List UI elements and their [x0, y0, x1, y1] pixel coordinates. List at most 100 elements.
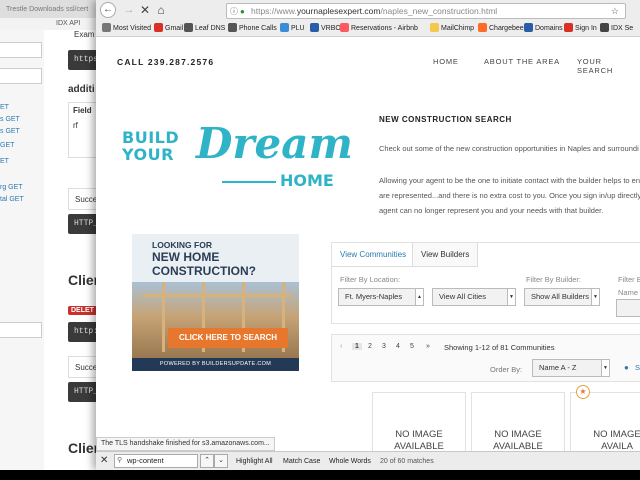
globe-icon	[184, 23, 193, 32]
nav-home[interactable]: HOME	[433, 57, 459, 66]
ad-beam	[162, 282, 165, 352]
bg-sidebar-link[interactable]: tal GET	[0, 196, 24, 203]
bookmarks-bar: Most Visited Gmail Leaf DNS Phone Calls PLU V…	[96, 21, 640, 37]
bg-sidebar-link[interactable]: s GET	[0, 116, 20, 123]
star-bookmark-icon[interactable]: ☆	[611, 5, 619, 18]
highlight-all-checkbox[interactable]: Highlight All	[236, 456, 273, 467]
filter-location-label: Filter By Location:	[340, 275, 401, 284]
url-text[interactable]: https://www.yournaplesexpert.com/naples_…	[251, 5, 497, 18]
tab-view-communities[interactable]: View Communities	[332, 243, 416, 267]
cities-select[interactable]: View All Cities ▼	[432, 288, 516, 306]
domains-icon	[524, 23, 533, 32]
bg-sidebar-input-2[interactable]	[0, 68, 42, 84]
forward-arrow-icon[interactable]: →	[122, 3, 136, 17]
status-tooltip: The TLS handshake finished for s3.amazon…	[96, 437, 275, 451]
bookmark-label: Leaf DNS	[195, 25, 226, 32]
map-pin-icon[interactable]: ●	[624, 363, 634, 373]
no-image-line1: NO IMAGE	[395, 429, 443, 440]
map-link-text[interactable]: S	[635, 363, 640, 372]
bookmark-leaf-dns[interactable]: Leaf DNS	[184, 23, 225, 34]
bg-sidebar-input-3[interactable]	[0, 322, 42, 338]
bookmark-reservations-airbnb[interactable]: Reservations - Airbnb	[340, 23, 418, 34]
find-next-arrow-icon[interactable]: ⌄	[214, 454, 228, 468]
bookmark-vrbo[interactable]: VRBO	[310, 23, 341, 34]
screen-bottom-edge	[0, 470, 640, 480]
name-filter-input[interactable]	[616, 299, 640, 317]
bg-sidebar-link[interactable]: ET	[0, 104, 9, 111]
bookmark-phone-calls[interactable]: Phone Calls	[228, 23, 277, 34]
bg-sidebar-link[interactable]: ET	[0, 158, 9, 165]
close-icon[interactable]: ✕	[100, 455, 108, 467]
bg-tab-ssl-cert[interactable]: ssl/cert	[66, 6, 88, 13]
logo-text-build-your: BUILD YOUR	[122, 129, 179, 163]
click-here-to-search-button[interactable]: CLICK HERE TO SEARCH	[168, 328, 288, 348]
bg-tab-trestle-downloads[interactable]: Trestle Downloads	[6, 6, 64, 13]
url-prefix: https://www.	[251, 6, 297, 16]
find-previous-arrow-icon[interactable]: ⌃	[200, 454, 214, 468]
bookmark-label: Gmail	[165, 25, 184, 32]
page-link-5[interactable]: 5	[410, 343, 414, 350]
match-case-checkbox[interactable]: Match Case	[283, 456, 320, 467]
info-icon[interactable]: ⓘ	[230, 5, 238, 18]
nav-your-search[interactable]: YOUR SEARCH	[577, 57, 640, 75]
bg-sidebar-link[interactable]: GET	[0, 142, 14, 149]
bookmark-most-visited[interactable]: Most Visited	[102, 23, 151, 34]
bookmark-chargebee[interactable]: Chargebee	[478, 23, 524, 34]
bookmark-label: Domains	[535, 25, 563, 32]
bg-code-block: HTTP_	[68, 214, 98, 234]
stop-loading-icon[interactable]: ✕	[138, 3, 152, 17]
idx-icon	[600, 23, 609, 32]
whole-words-checkbox[interactable]: Whole Words	[329, 456, 371, 467]
bg-additional-heading: additi	[68, 84, 95, 95]
find-input[interactable]: wp-content	[114, 454, 198, 468]
bookmark-label: Reservations - Airbnb	[351, 25, 418, 32]
intro-text: Check out some of the new construction o…	[379, 144, 639, 153]
pagination-bar: ‹ 1 2 3 4 5 » Showing 1-12 of 81 Communi…	[331, 334, 640, 382]
page-heading: NEW CONSTRUCTION SEARCH	[379, 115, 512, 124]
community-card[interactable]: NO IMAGE AVAILABLE	[471, 392, 565, 452]
new-construction-ad-banner[interactable]: LOOKING FOR NEW HOME CONSTRUCTION? CLICK…	[132, 234, 299, 371]
bookmark-sign-in[interactable]: Sign In	[564, 23, 597, 34]
lock-icon[interactable]: ●	[240, 5, 245, 18]
find-bar: ✕ wp-content ⚲ ⌃ ⌄ Highlight All Match C…	[96, 451, 640, 470]
page-link-2[interactable]: 2	[368, 343, 372, 350]
home-icon[interactable]: ⌂	[154, 3, 168, 17]
globe-icon	[228, 23, 237, 32]
no-image-placeholder: NO IMAGE AVAILABLE	[373, 429, 465, 452]
prev-page-link[interactable]: ‹	[340, 343, 342, 350]
community-card[interactable]: NO IMAGE AVAILA	[570, 392, 640, 452]
bg-code-block: https	[68, 50, 98, 70]
bg-code-block: http:	[68, 322, 98, 342]
signin-icon	[564, 23, 573, 32]
bookmark-gmail[interactable]: Gmail	[154, 23, 183, 34]
bookmark-plu[interactable]: PLU	[280, 23, 305, 34]
browser-toolbar: ← → ✕ ⌂ ⓘ ● https://www.yournaplesexpert…	[96, 0, 640, 21]
search-filter-panel: View Communities View Builders Filter By…	[331, 242, 640, 324]
bg-field-header: Field	[73, 106, 92, 115]
bg-sidebar-link[interactable]: rg GET	[0, 184, 23, 191]
bookmark-idx-se[interactable]: IDX Se	[600, 23, 633, 34]
community-card[interactable]: NO IMAGE AVAILABLE	[372, 392, 466, 452]
bg-field-value: rf	[73, 121, 78, 130]
tab-view-builders[interactable]: View Builders	[412, 243, 479, 267]
page-link-4[interactable]: 4	[396, 343, 400, 350]
builder-select[interactable]: Show All Builders ▼	[524, 288, 600, 306]
url-bar[interactable]: ⓘ ● https://www.yournaplesexpert.com/nap…	[226, 3, 626, 19]
order-by-select[interactable]: Name A - Z ▼	[532, 359, 610, 377]
location-select[interactable]: Ft. Myers-Naples ▲	[338, 288, 424, 306]
page-link-3[interactable]: 3	[382, 343, 386, 350]
page-link-1[interactable]: 1	[352, 343, 362, 350]
bookmark-domains[interactable]: Domains	[524, 23, 563, 34]
bg-sidebar-input-1[interactable]	[0, 42, 42, 58]
bg-sidebar-link[interactable]: s GET	[0, 128, 20, 135]
gmail-icon	[154, 23, 163, 32]
web-page: CALL 239.287.2576 HOME ABOUT THE AREA YO…	[96, 37, 640, 452]
phone-number[interactable]: CALL 239.287.2576	[117, 57, 214, 67]
ad-headline-line2: CONSTRUCTION?	[152, 264, 256, 278]
back-arrow-icon[interactable]: ←	[100, 2, 116, 18]
nav-about-the-area[interactable]: ABOUT THE AREA	[484, 57, 560, 66]
filter-builder-label: Filter By Builder:	[526, 275, 582, 284]
bg-tab-idx-api[interactable]: IDX API	[0, 18, 100, 30]
bookmark-mailchimp[interactable]: MailChimp	[430, 23, 474, 34]
next-page-link[interactable]: »	[426, 343, 430, 350]
